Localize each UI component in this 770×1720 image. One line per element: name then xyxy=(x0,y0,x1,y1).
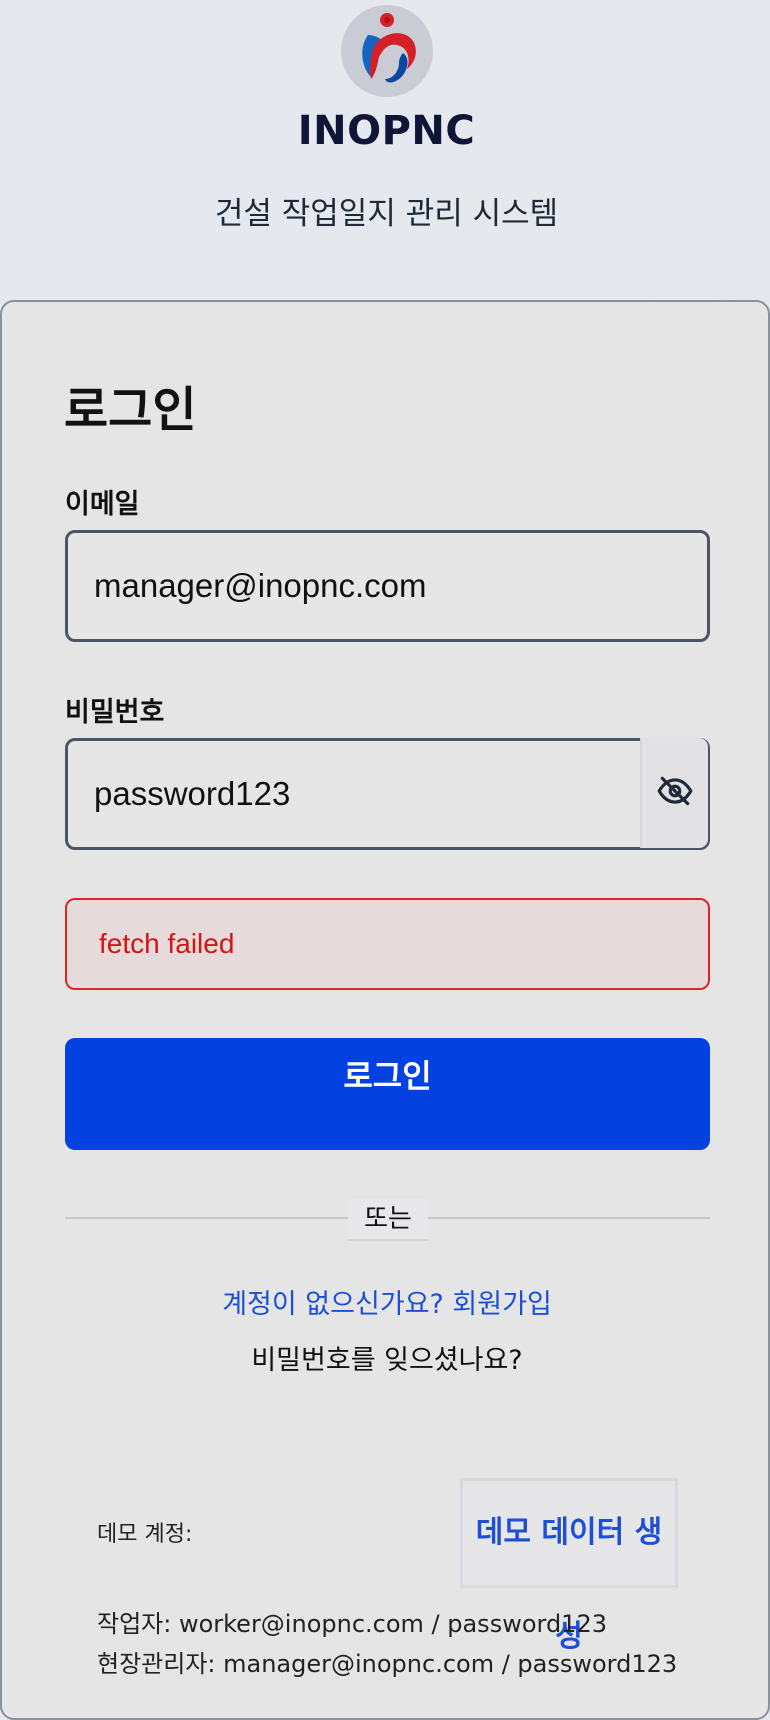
demo-account-worker: 작업자: worker@inopnc.com / password123 xyxy=(97,1610,607,1638)
password-field[interactable]: password123 xyxy=(65,738,710,850)
email-field[interactable]: manager@inopnc.com xyxy=(65,530,710,642)
inopnc-logo-icon xyxy=(341,5,433,97)
eye-off-icon xyxy=(656,772,694,815)
demo-account-manager: 현장관리자: manager@inopnc.com / password123 xyxy=(97,1650,678,1678)
login-card: 로그인 이메일 manager@inopnc.com 비밀번호 password… xyxy=(0,300,770,1720)
password-visibility-toggle[interactable] xyxy=(640,738,708,848)
forgot-password-link[interactable]: 비밀번호를 잊으셨나요? xyxy=(2,1338,770,1377)
login-button[interactable]: 로그인 xyxy=(65,1038,710,1150)
divider-or: 또는 xyxy=(348,1199,428,1241)
brand-name: INOPNC xyxy=(297,108,476,154)
email-label: 이메일 xyxy=(65,489,140,520)
divider-line-left xyxy=(65,1217,348,1219)
error-message: fetch failed xyxy=(65,898,710,990)
generate-demo-data-button[interactable]: 데모 데이터 생성 xyxy=(460,1478,678,1654)
divider-line-right xyxy=(428,1217,710,1219)
demo-accounts-label: 데모 계정: xyxy=(97,1522,193,1547)
signup-link[interactable]: 계정이 없으신가요? 회원가입 xyxy=(2,1282,770,1321)
page-header: INOPNC 건설 작업일지 관리 시스템 xyxy=(0,0,770,300)
password-label: 비밀번호 xyxy=(65,697,165,728)
login-title: 로그인 xyxy=(64,382,197,438)
app-subtitle: 건설 작업일지 관리 시스템 xyxy=(214,196,559,232)
